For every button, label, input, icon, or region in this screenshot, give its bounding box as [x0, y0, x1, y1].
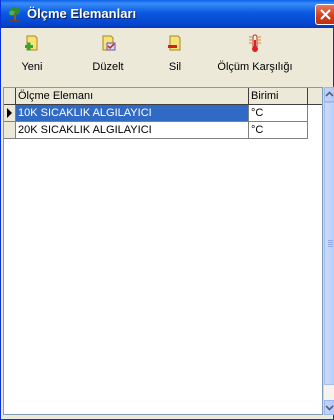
- scroll-up-button[interactable]: [324, 87, 334, 102]
- new-button[interactable]: Yeni: [7, 32, 57, 78]
- chevron-down-icon: [325, 405, 334, 411]
- new-button-label: Yeni: [21, 61, 43, 73]
- delete-icon: [168, 35, 181, 51]
- scroll-down-button[interactable]: [324, 400, 334, 415]
- row-indicator: [4, 122, 16, 139]
- cell-measurement-element[interactable]: 20K SICAKLIK ALGILAYICI: [16, 122, 249, 139]
- thumb-grip: [328, 246, 333, 247]
- delete-button-label: Sil: [168, 61, 182, 73]
- data-grid[interactable]: Ölçme Elemanı Birimi 10K SICAKLIK ALGILA…: [3, 87, 323, 415]
- table-row[interactable]: 10K SICAKLIK ALGILAYICI °C: [4, 105, 322, 122]
- column-header-measurement-element[interactable]: Ölçme Elemanı: [16, 88, 249, 105]
- measurement-mapping-button[interactable]: Ölçüm Karşılığı: [215, 32, 295, 78]
- vertical-scrollbar[interactable]: [323, 87, 334, 415]
- cell-unit[interactable]: °C: [249, 105, 308, 122]
- new-icon: [25, 35, 38, 51]
- cell-measurement-element[interactable]: 10K SICAKLIK ALGILAYICI: [16, 105, 249, 122]
- edit-icon: [102, 35, 116, 51]
- app-icon: [9, 7, 20, 22]
- chevron-up-icon: [325, 91, 334, 97]
- close-button[interactable]: [315, 4, 334, 25]
- close-icon: [320, 9, 331, 20]
- measurement-mapping-label: Ölçüm Karşılığı: [217, 61, 293, 73]
- header-row: Ölçme Elemanı Birimi: [4, 88, 322, 105]
- edit-button-label: Düzelt: [92, 61, 124, 73]
- title-bar[interactable]: Ölçme Elemanları: [1, 0, 334, 28]
- window: Ölçme Elemanları Yeni Düzelt Sil Ölçüm K…: [0, 0, 334, 420]
- current-row-arrow-icon: [7, 108, 12, 118]
- thumb-grip: [328, 244, 333, 245]
- edit-button[interactable]: Düzelt: [83, 32, 133, 78]
- cell-unit[interactable]: °C: [249, 122, 308, 139]
- thumb-grip: [328, 240, 333, 241]
- scroll-thumb[interactable]: [324, 102, 334, 385]
- delete-button[interactable]: Sil: [155, 32, 195, 78]
- thermometer-icon: [249, 34, 261, 52]
- header-indicator: [4, 88, 16, 105]
- thumb-grip: [328, 242, 333, 243]
- window-title: Ölçme Elemanları: [27, 6, 137, 21]
- toolbar: Yeni Düzelt Sil Ölçüm Karşılığı: [1, 28, 334, 82]
- header-filler: [308, 88, 322, 105]
- row-indicator: [4, 105, 16, 122]
- table-row[interactable]: 20K SICAKLIK ALGILAYICI °C: [4, 122, 322, 139]
- column-header-unit[interactable]: Birimi: [249, 88, 308, 105]
